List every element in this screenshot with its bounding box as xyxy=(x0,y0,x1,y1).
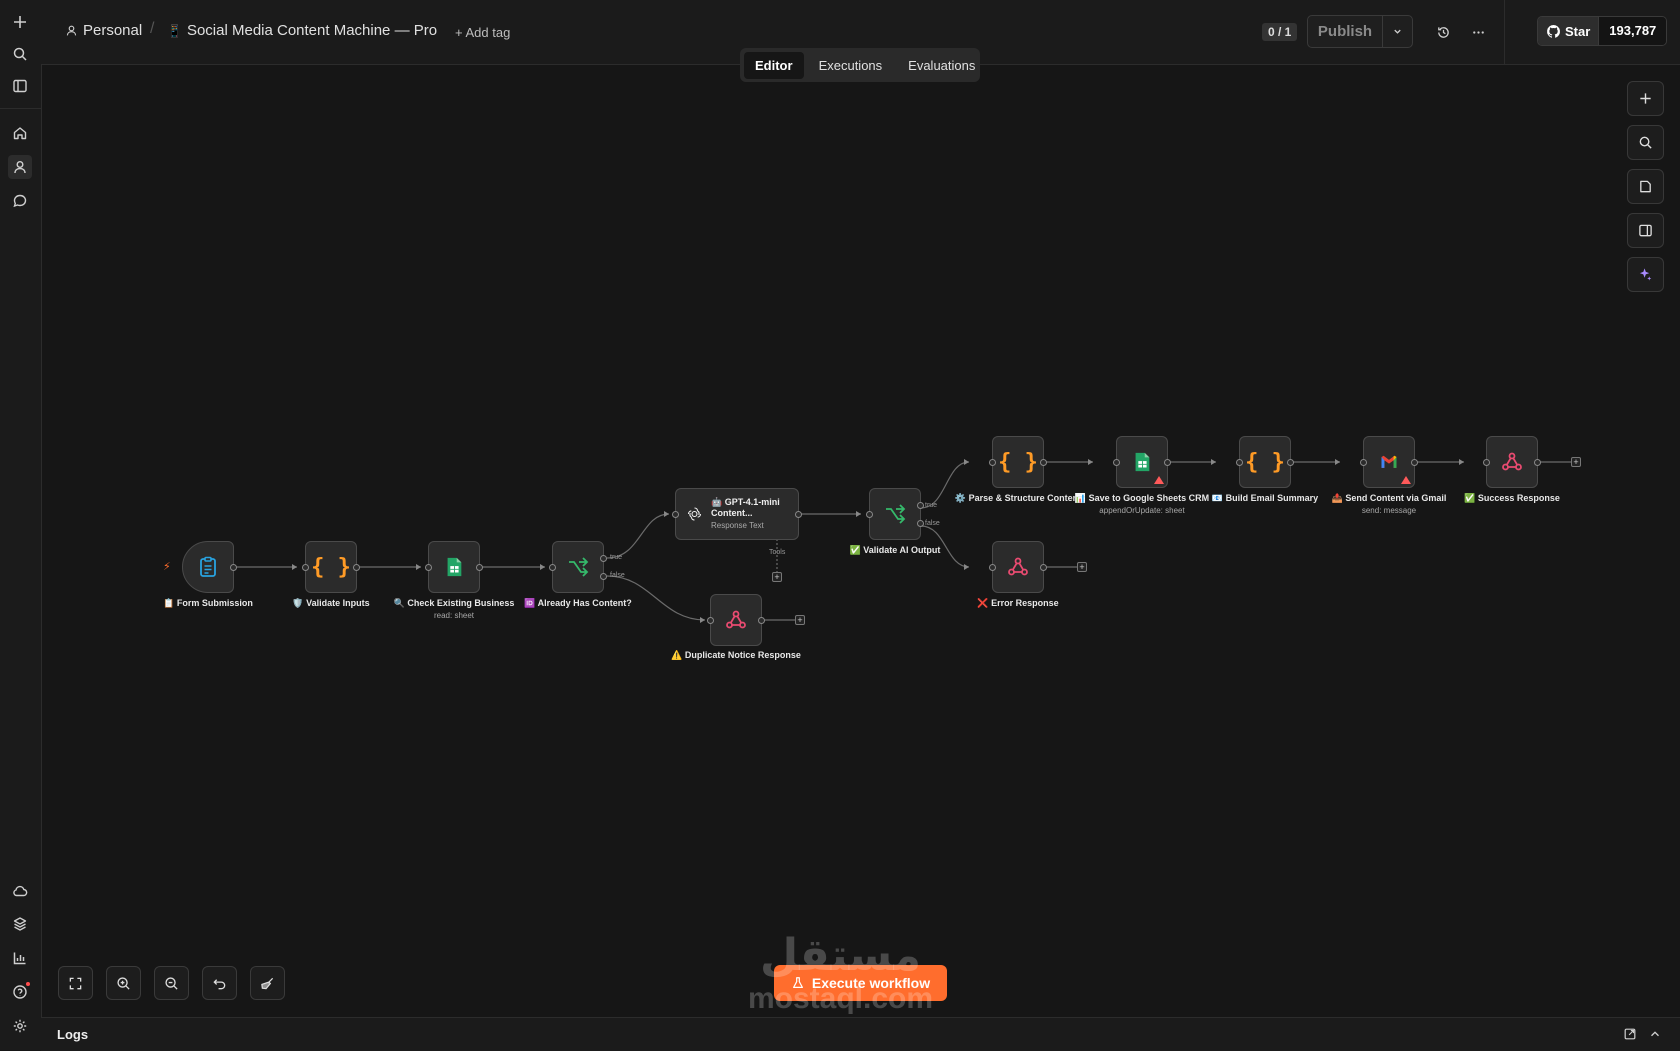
fit-view-icon[interactable] xyxy=(58,966,93,1000)
node-success-response[interactable] xyxy=(1483,436,1541,488)
node-save-google-sheets[interactable] xyxy=(1113,436,1171,488)
github-icon xyxy=(1547,24,1560,38)
undo-icon[interactable] xyxy=(202,966,237,1000)
node-check-existing-business[interactable] xyxy=(425,541,483,593)
connection-lines xyxy=(235,459,1571,623)
toggle-sidebar-icon[interactable] xyxy=(8,74,32,98)
templates-icon[interactable] xyxy=(8,912,32,936)
version-badge: 0 / 1 xyxy=(1262,23,1298,41)
google-sheets-icon xyxy=(447,557,462,577)
node-validate-ai-output[interactable] xyxy=(866,488,924,540)
node-build-email-summary[interactable]: { } xyxy=(1236,436,1294,488)
settings-gear-icon[interactable] xyxy=(8,1014,32,1038)
branch-false-label: false xyxy=(610,572,625,579)
webhook-icon xyxy=(726,610,746,629)
watermark-latin: mostaql.com xyxy=(747,982,934,1015)
chat-icon[interactable] xyxy=(8,189,32,213)
topbar-divider xyxy=(1504,0,1505,64)
zoom-in-icon[interactable] xyxy=(106,966,141,1000)
node-error-response[interactable] xyxy=(989,541,1047,593)
success-add-plus-icon[interactable]: + xyxy=(1571,457,1581,467)
github-star-label: Star xyxy=(1565,23,1591,39)
warning-triangle-icon xyxy=(1401,476,1411,484)
node-form-submission[interactable] xyxy=(182,541,237,593)
node-label-duplicate-notice: ⚠️ Duplicate Notice Response xyxy=(671,650,801,660)
publish-button-group: Publish xyxy=(1307,15,1413,48)
google-sheets-icon xyxy=(1135,452,1150,472)
cloud-icon[interactable] xyxy=(8,879,32,903)
pop-out-icon[interactable] xyxy=(1623,1027,1637,1046)
user-icon xyxy=(66,25,77,36)
workflow-canvas[interactable]: ⚡ 📋 Form Submission { } 🛡️ Validate Inpu… xyxy=(41,65,1680,1017)
edge-if-gpt xyxy=(606,513,670,559)
add-tag-link[interactable]: + Add tag xyxy=(455,25,510,40)
insights-icon[interactable] xyxy=(8,946,32,970)
publish-button[interactable]: Publish xyxy=(1308,16,1383,47)
home-icon[interactable] xyxy=(8,121,32,145)
node-label-validate-ai: ✅ Validate AI Output xyxy=(849,545,941,555)
publish-dropdown-chevron-icon[interactable] xyxy=(1383,16,1412,47)
node-sub-check-existing: read: sheet xyxy=(433,611,475,620)
duplicate-add-plus-icon[interactable]: + xyxy=(795,615,805,625)
workflow-name: Social Media Content Machine — Pro xyxy=(186,22,438,39)
node-gpt-content[interactable]: 🤖 GPT-4.1-mini Content... Response Text xyxy=(672,488,802,540)
node-sub-send-gmail: send: message xyxy=(1361,506,1417,515)
node-label-gpt: 🤖 GPT-4.1-mini Content... xyxy=(710,497,780,518)
warning-triangle-icon xyxy=(1154,476,1164,484)
webhook-icon xyxy=(1008,557,1028,576)
if-branch-icon xyxy=(569,557,589,577)
code-braces-icon: { } xyxy=(998,449,1038,475)
logs-panel-bar[interactable]: Logs xyxy=(41,1017,1680,1051)
gpt-tools-label: Tools xyxy=(769,549,786,556)
workflow-emoji-icon: 📱 xyxy=(167,23,182,38)
watermark-arabic: مستقل xyxy=(760,931,921,980)
more-options-icon[interactable] xyxy=(1468,22,1488,42)
code-braces-icon: { } xyxy=(311,554,351,580)
gpt-add-tool-plus-icon[interactable]: + xyxy=(772,572,782,582)
breadcrumb-separator: / xyxy=(150,20,155,37)
trigger-bolt-icon: ⚡ xyxy=(163,561,171,573)
add-icon[interactable] xyxy=(8,10,32,34)
personal-icon[interactable] xyxy=(8,155,32,179)
chevron-up-icon[interactable] xyxy=(1648,1027,1662,1046)
github-star-button[interactable]: Star 193,787 xyxy=(1537,16,1668,46)
project-name: Personal xyxy=(83,22,143,39)
node-validate-inputs[interactable]: { } xyxy=(302,541,360,593)
form-clipboard-icon xyxy=(200,556,216,577)
branch-true-label: true xyxy=(610,554,623,561)
node-label-error-response: ❌ Error Response xyxy=(977,598,1059,608)
node-sub-save-sheets: appendOrUpdate: sheet xyxy=(1099,506,1185,515)
if-branch-icon xyxy=(886,504,906,524)
notification-dot xyxy=(26,982,30,986)
node-sub-gpt: Response Text xyxy=(710,521,764,530)
zoom-out-icon[interactable] xyxy=(154,966,189,1000)
history-icon[interactable] xyxy=(1433,22,1453,42)
error-add-plus-icon[interactable]: + xyxy=(1077,562,1087,572)
node-already-has-content[interactable] xyxy=(549,541,607,593)
branch-false-label-ai: false xyxy=(925,520,940,527)
left-sidebar xyxy=(0,0,42,1050)
webhook-icon xyxy=(1502,452,1522,471)
node-label-already-has-content: 🆔 Already Has Content? xyxy=(524,598,632,608)
breadcrumb-project[interactable]: Personal xyxy=(65,22,142,39)
search-icon[interactable] xyxy=(8,42,32,66)
node-label-success-response: ✅ Success Response xyxy=(1464,493,1560,503)
node-send-gmail[interactable] xyxy=(1360,436,1418,488)
node-duplicate-notice-response[interactable] xyxy=(707,594,765,646)
logs-title: Logs xyxy=(57,1027,89,1042)
code-braces-icon: { } xyxy=(1245,449,1285,475)
gmail-icon xyxy=(1381,455,1397,468)
watermark-logo: مستقل mostaql.com xyxy=(738,930,943,1016)
branch-true-label-ai: true xyxy=(925,502,938,509)
github-star-count: 193,787 xyxy=(1598,17,1667,45)
node-parse-structure-content[interactable]: { } xyxy=(989,436,1047,488)
tidy-up-broom-icon[interactable] xyxy=(250,966,285,1000)
workflow-title[interactable]: 📱 Social Media Content Machine — Pro xyxy=(167,22,437,39)
openai-icon xyxy=(687,507,702,521)
help-icon[interactable] xyxy=(8,980,32,1004)
